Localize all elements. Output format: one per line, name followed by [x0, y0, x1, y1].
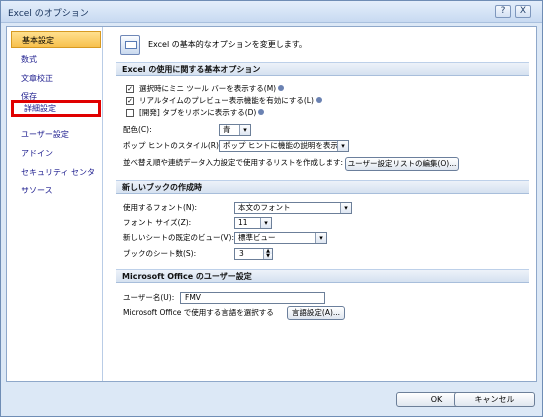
- dropdown-icon: ▾: [239, 125, 250, 135]
- tooltip-style-label: ポップ ヒントのスタイル(R):: [123, 141, 222, 150]
- user-name-field[interactable]: FMV: [180, 292, 325, 304]
- color-scheme-label: 配色(C):: [123, 125, 152, 134]
- title-bar: Excel のオプション ? X: [1, 1, 542, 23]
- info-icon: [258, 109, 265, 115]
- default-view-label: 新しいシートの既定のビュー(V):: [123, 233, 235, 242]
- cancel-button[interactable]: キャンセル: [454, 392, 535, 407]
- sidebar-item-proofing[interactable]: 文章校正: [11, 70, 101, 87]
- language-label: Microsoft Office で使用する言語を選択する: [123, 308, 274, 317]
- mini-toolbar-label: 選択時にミニ ツール バーを表示する(M): [139, 84, 277, 93]
- dropdown-icon: ▾: [340, 203, 351, 213]
- tooltip-style-value: ポップ ヒントに機能の説明を表示する: [223, 141, 349, 150]
- settings-panel: Excel の基本的なオプションを変更します。 Excel の使用に関する基本オ…: [105, 27, 536, 381]
- dialog-content: 基本設定 数式 文章校正 保存 詳細設定 ユーザー設定 アドイン セキュリティ …: [6, 26, 537, 382]
- default-view-value: 標準ビュー: [238, 233, 276, 242]
- edit-custom-lists-button[interactable]: ユーザー設定リストの編集(O)...: [345, 157, 459, 171]
- dropdown-icon: ▾: [337, 141, 348, 151]
- panel-header: Excel の基本的なオプションを変更します。: [148, 40, 307, 49]
- section-user-settings: Microsoft Office のユーザー設定: [116, 269, 529, 283]
- user-name-label: ユーザー名(U):: [123, 293, 175, 302]
- dropdown-icon: ▾: [315, 233, 326, 243]
- language-settings-button[interactable]: 言語設定(A)...: [287, 306, 345, 320]
- sidebar: 基本設定 数式 文章校正 保存 詳細設定 ユーザー設定 アドイン セキュリティ …: [7, 27, 103, 381]
- color-scheme-select[interactable]: 青 ▾: [219, 124, 251, 136]
- developer-tab-label: [開発] タブをリボンに表示する(D): [139, 108, 257, 117]
- excel-options-window: Excel のオプション ? X 基本設定 数式 文章校正 保存 詳細設定 ユー…: [0, 0, 543, 417]
- spin-down-icon[interactable]: ▼: [263, 254, 272, 259]
- mini-toolbar-checkbox[interactable]: ✓: [126, 85, 134, 93]
- sort-list-label: 並べ替え順や連続データ入力設定で使用するリストを作成します:: [123, 158, 344, 167]
- help-button[interactable]: ?: [495, 5, 511, 18]
- sidebar-item-resources[interactable]: リソース: [11, 182, 101, 199]
- sidebar-item-addins[interactable]: アドイン: [11, 145, 101, 162]
- live-preview-label: リアルタイムのプレビュー表示機能を有効にする(L): [139, 96, 314, 105]
- dropdown-icon: ▾: [260, 218, 271, 228]
- font-value: 本文のフォント: [238, 203, 291, 212]
- close-button[interactable]: X: [515, 5, 531, 18]
- sidebar-item-trust-center[interactable]: セキュリティ センター: [11, 164, 101, 194]
- developer-tab-row: [開発] タブをリボンに表示する(D): [139, 106, 265, 120]
- sheet-count-value: 3: [239, 249, 244, 258]
- font-select[interactable]: 本文のフォント ▾: [234, 202, 352, 214]
- developer-tab-checkbox[interactable]: [126, 109, 134, 117]
- tooltip-style-select[interactable]: ポップ ヒントに機能の説明を表示する ▾: [219, 140, 349, 152]
- font-size-label: フォント サイズ(Z):: [123, 218, 192, 227]
- section-basic-options: Excel の使用に関する基本オプション: [116, 62, 529, 76]
- options-icon: [120, 35, 140, 55]
- font-label: 使用するフォント(N):: [123, 203, 197, 212]
- color-scheme-value: 青: [223, 125, 231, 134]
- font-size-select[interactable]: 11 ▾: [234, 217, 272, 229]
- info-icon: [315, 97, 322, 103]
- info-icon: [278, 85, 285, 91]
- sidebar-item-customize[interactable]: ユーザー設定: [11, 126, 101, 143]
- window-title: Excel のオプション: [8, 9, 89, 19]
- sidebar-item-formulas[interactable]: 数式: [11, 51, 101, 68]
- font-size-value: 11: [238, 218, 248, 227]
- default-view-select[interactable]: 標準ビュー ▾: [234, 232, 327, 244]
- live-preview-checkbox[interactable]: ✓: [126, 97, 134, 105]
- sheet-count-label: ブックのシート数(S):: [123, 249, 197, 258]
- sidebar-item-basic[interactable]: 基本設定: [11, 31, 101, 48]
- section-new-book: 新しいブックの作成時: [116, 180, 529, 194]
- sidebar-item-advanced[interactable]: 詳細設定: [11, 100, 101, 117]
